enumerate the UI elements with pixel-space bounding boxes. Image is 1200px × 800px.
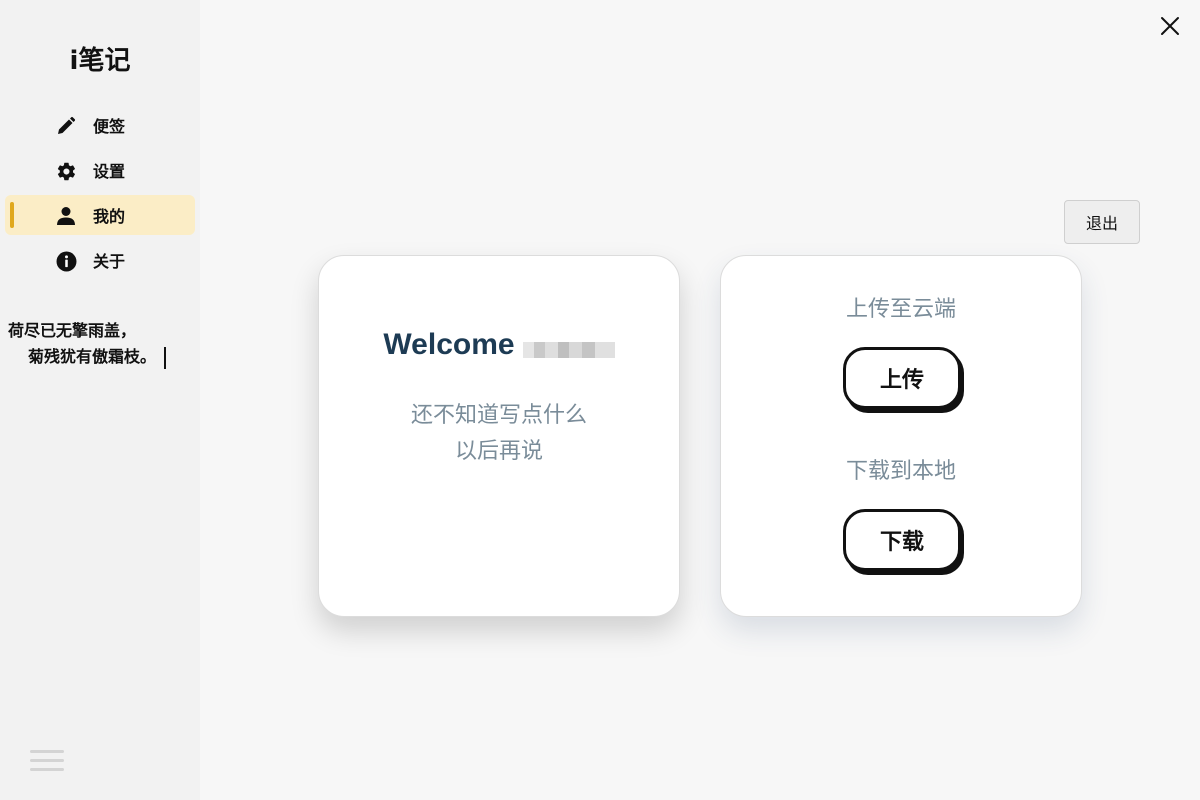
sync-card: 上传至云端 上传 下载到本地 下载 bbox=[720, 255, 1082, 617]
user-icon bbox=[55, 205, 77, 227]
gear-icon bbox=[55, 160, 77, 182]
sidebar-item-about[interactable]: 关于 bbox=[5, 240, 195, 280]
sidebar-item-label: 关于 bbox=[93, 252, 126, 271]
download-caption: 下载到本地 bbox=[845, 459, 956, 484]
poem-line-1: 荷尽已无擎雨盖， bbox=[8, 321, 137, 340]
download-button[interactable]: 下载 bbox=[843, 509, 961, 571]
upload-button[interactable]: 上传 bbox=[843, 347, 961, 409]
sidebar-item-profile[interactable]: 我的 bbox=[5, 195, 195, 235]
close-icon[interactable] bbox=[1158, 14, 1182, 38]
sidebar: i笔记 便签 设置 我的 关于 荷尽已无擎雨盖， 菊残犹有傲霜枝。 bbox=[0, 0, 200, 800]
masked-username bbox=[522, 342, 615, 358]
welcome-card: Welcome 还不知道写点什么 以后再说 bbox=[318, 255, 680, 617]
sidebar-item-label: 设置 bbox=[93, 162, 126, 181]
app-window: i笔记 便签 设置 我的 关于 荷尽已无擎雨盖， 菊残犹有傲霜枝。 退出 Wel… bbox=[0, 0, 1200, 800]
sidebar-item-notes[interactable]: 便签 bbox=[5, 105, 195, 145]
active-indicator bbox=[10, 202, 14, 228]
sidebar-item-label: 我的 bbox=[93, 207, 126, 226]
welcome-message-line-1: 还不知道写点什么 bbox=[410, 403, 587, 428]
typing-caret bbox=[164, 346, 167, 369]
welcome-heading: Welcome bbox=[319, 328, 679, 362]
welcome-message: 还不知道写点什么 以后再说 bbox=[319, 398, 679, 470]
hamburger-menu-icon[interactable] bbox=[30, 750, 64, 776]
info-icon bbox=[55, 250, 77, 272]
poem: 荷尽已无擎雨盖， 菊残犹有傲霜枝。 bbox=[8, 318, 198, 370]
sidebar-item-label: 便签 bbox=[93, 117, 126, 136]
sidebar-item-settings[interactable]: 设置 bbox=[5, 150, 195, 190]
upload-caption: 上传至云端 bbox=[845, 297, 956, 322]
sidebar-nav: 便签 设置 我的 关于 bbox=[5, 105, 195, 285]
welcome-message-line-2: 以后再说 bbox=[454, 439, 543, 464]
pencil-icon bbox=[55, 115, 77, 137]
logout-button[interactable]: 退出 bbox=[1064, 200, 1140, 244]
app-title: i笔记 bbox=[69, 46, 131, 76]
welcome-text: Welcome bbox=[383, 328, 515, 361]
poem-line-2: 菊残犹有傲霜枝。 bbox=[28, 347, 157, 366]
